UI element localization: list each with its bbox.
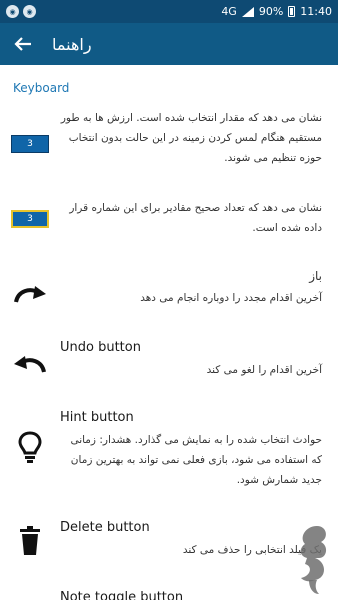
item-description: نشان می دهد که مقدار انتخاب شده است. ارز…: [60, 112, 322, 164]
selected-cell-sample: 3: [11, 135, 49, 153]
item-description: آخرین اقدام مجدد را دوباره انجام می دهد: [140, 292, 322, 304]
section-title: Keyboard: [13, 81, 70, 95]
help-item: Note toggle button: [0, 588, 338, 600]
item-title: باز: [309, 269, 322, 283]
item-description: حوادث انتخاب شده را به نمایش می گذارد. ه…: [70, 434, 322, 486]
cell-value: 3: [27, 139, 33, 149]
notification-icon: ◉: [6, 5, 19, 18]
item-description: نشان می دهد که تعداد صحیح مقادیر برای ای…: [69, 202, 322, 234]
help-item: Hint button حوادث انتخاب شده را به نمایش…: [0, 408, 338, 498]
network-label: 4G: [221, 5, 237, 18]
help-item: 3 نشان می دهد که مقدار انتخاب شده است. ا…: [0, 108, 338, 178]
help-item: 3 نشان می دهد که تعداد صحیح مقادیر برای …: [0, 198, 338, 246]
item-description: آخرین اقدام را لغو می کند: [206, 364, 322, 376]
item-title: Undo button: [60, 340, 141, 355]
item-description: یک فیلد انتخابی را حذف می کند: [182, 544, 322, 556]
trash-icon: [10, 524, 50, 558]
help-item: باز آخرین اقدام مجدد را دوباره انجام می …: [0, 266, 338, 316]
page-title: راهنما: [52, 34, 92, 54]
arrow-left-icon: [14, 37, 31, 51]
battery-icon: [288, 6, 296, 17]
signal-icon: [241, 6, 254, 17]
status-bar: ◉ ◉ 4G 90% 11:40: [0, 0, 338, 23]
help-item: Undo button آخرین اقدام را لغو می کند: [0, 338, 338, 388]
app-bar: راهنما: [0, 23, 338, 65]
item-title: Delete button: [60, 520, 150, 535]
item-title: Hint button: [60, 410, 134, 425]
notification-icon: ◉: [23, 5, 36, 18]
redo-icon: [10, 276, 50, 310]
app-badge-overlay: [289, 524, 333, 596]
undo-icon: [10, 346, 50, 380]
help-item: Delete button یک فیلد انتخابی را حذف می …: [0, 518, 338, 568]
item-title: Note toggle button: [60, 590, 184, 600]
lightbulb-icon: [10, 430, 50, 464]
cell-value: 3: [27, 214, 33, 224]
battery-level: 90%: [258, 5, 284, 18]
clock: 11:40: [300, 5, 332, 18]
back-button[interactable]: [0, 23, 46, 65]
completed-cell-sample: 3: [11, 210, 49, 228]
